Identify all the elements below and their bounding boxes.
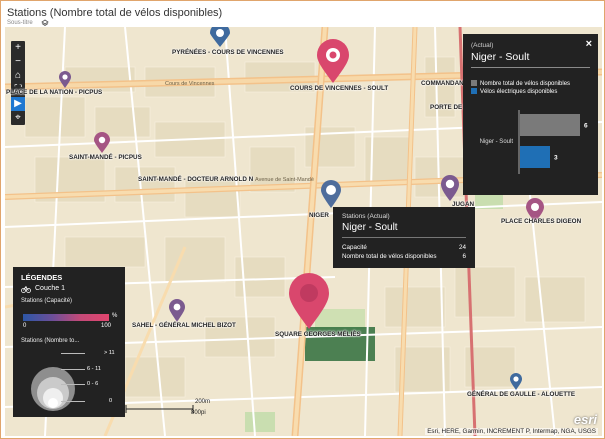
legend-label: Vélos électriques disponibles [480,89,558,95]
station-pin[interactable] [315,39,351,85]
close-icon[interactable]: × [586,38,592,50]
esri-logo[interactable]: esri [574,412,597,427]
station-label: COMMANDANT [421,80,468,87]
tooltip-value: 6 [462,253,466,260]
legend-swatch [471,88,477,94]
station-label: NIGER [309,212,329,219]
legend-panel: LÉGENDES Couche 1 Stations (Capacité) 0 … [13,267,125,417]
tooltip-row-bikes: Nombre total de vélos disponibles 6 [342,253,466,260]
tooltip-title: Niger - Soult [342,222,398,233]
layers-icon[interactable] [41,19,49,27]
popup-subtitle: (Actual) [471,42,494,49]
size-bin: > 11 [104,350,115,356]
station-pin[interactable] [93,132,111,154]
tooltip-value: 24 [458,244,466,251]
gradient-min: 0 [23,323,27,329]
map-view[interactable]: Cours de Vincennes Avenue de Saint-Mandé… [5,27,602,436]
tooltip-label: Nombre total de vélos disponibles [342,253,437,260]
street-label-cours: Cours de Vincennes [165,81,215,87]
station-label: SAINT-MANDÉ - PICPUS [69,154,142,161]
chart-data-label: 6 [584,123,588,130]
tooltip-divider [342,237,466,238]
gradient-max: 100 [101,323,112,329]
scale-label-metric: 200m [195,399,211,405]
lasso-select-icon[interactable]: ⌖ [11,111,25,125]
map-toolbar: + − ⌂ ⛶ ▶ ⌖ [11,41,25,125]
size-bin: 0 - 6 [87,381,99,387]
station-label: SAHEL - GÉNÉRAL MICHEL BIZOT [132,322,236,329]
popup-bar-chart: Niger - Soult 6 3 [480,110,588,174]
tooltip-row-capacity: Capacité 24 [342,244,466,251]
chart-data-label: 3 [554,155,558,162]
chart-category-label: Niger - Soult [480,139,514,145]
zoom-in-button[interactable]: + [11,41,25,55]
map-attribution[interactable]: Esri, HERE, Garmin, INCREMENT P, Interma… [425,428,598,435]
station-label: PLACE CHARLES DIGEON [501,218,582,225]
legend-title: LÉGENDES [21,273,63,282]
bin-leader [61,369,85,370]
station-pin[interactable] [509,373,523,391]
dashboard-frame: Stations (Nombre total de vélos disponib… [0,0,605,439]
popup-title: Niger - Soult [471,51,530,63]
home-icon[interactable]: ⌂ [11,69,25,83]
page-subtitle: Sous-titre [7,20,33,26]
zoom-out-button[interactable]: − [11,55,25,69]
legend-layer-name: Couche 1 [35,285,65,292]
legend-label: Nombre total de vélos disponibles [480,81,571,87]
station-label: SAINT-MANDÉ - DOCTEUR ARNOLD N [138,176,254,183]
popup-divider [471,67,590,68]
tooltip-label: Capacité [342,244,367,251]
station-pin[interactable] [208,27,232,49]
scale-label-imperial: 800pi [191,410,206,416]
station-label: PLACE DE LA NATION - PICPUS [6,89,103,96]
size-legend-circles [31,367,75,411]
size-bin: 6 - 11 [87,366,101,372]
scale-bar: 200m 800pi [125,399,210,416]
legend-color-title: Stations (Capacité) [21,298,73,304]
bin-leader [61,401,85,402]
station-label: COURS DE VINCENNES - SOULT [290,85,389,92]
station-tooltip: Stations (Actual) Niger - Soult Capacité… [333,207,475,268]
station-pin[interactable] [168,299,186,323]
station-label: SQUARE GEORGES MÉLIÈS [275,331,361,338]
chart-bar[interactable] [520,146,550,168]
chart-bar[interactable] [520,114,580,136]
legend-size-title: Stations (Nombre to... [21,338,80,344]
capacity-gradient [23,314,109,321]
popup-legend-total: Nombre total de vélos disponibles [471,80,570,87]
station-pin[interactable] [287,273,331,331]
gradient-unit: % [112,313,118,319]
bicycle-icon [21,286,31,293]
street-label-st-mande: Avenue de Saint-Mandé [255,177,314,183]
bin-leader [61,353,85,354]
station-pin[interactable] [58,71,72,89]
popup-legend-electric: Vélos électriques disponibles [471,88,557,95]
size-bin: 0 [109,398,113,404]
station-pin[interactable] [439,174,461,202]
legend-swatch [471,80,477,86]
station-label: PYRÉNÉES - COURS DE VINCENNES [172,49,284,56]
select-arrow-icon[interactable]: ▶ [11,97,25,111]
bin-leader [61,384,85,385]
station-label: GÉNÉRAL DE GAULLE - ALOUETTE [467,391,576,398]
station-chart-popup: (Actual) Niger - Soult × Nombre total de… [463,34,598,195]
tooltip-subtitle: Stations (Actual) [342,213,390,220]
page-title: Stations (Nombre total de vélos disponib… [7,7,223,19]
station-pin[interactable] [319,179,343,209]
